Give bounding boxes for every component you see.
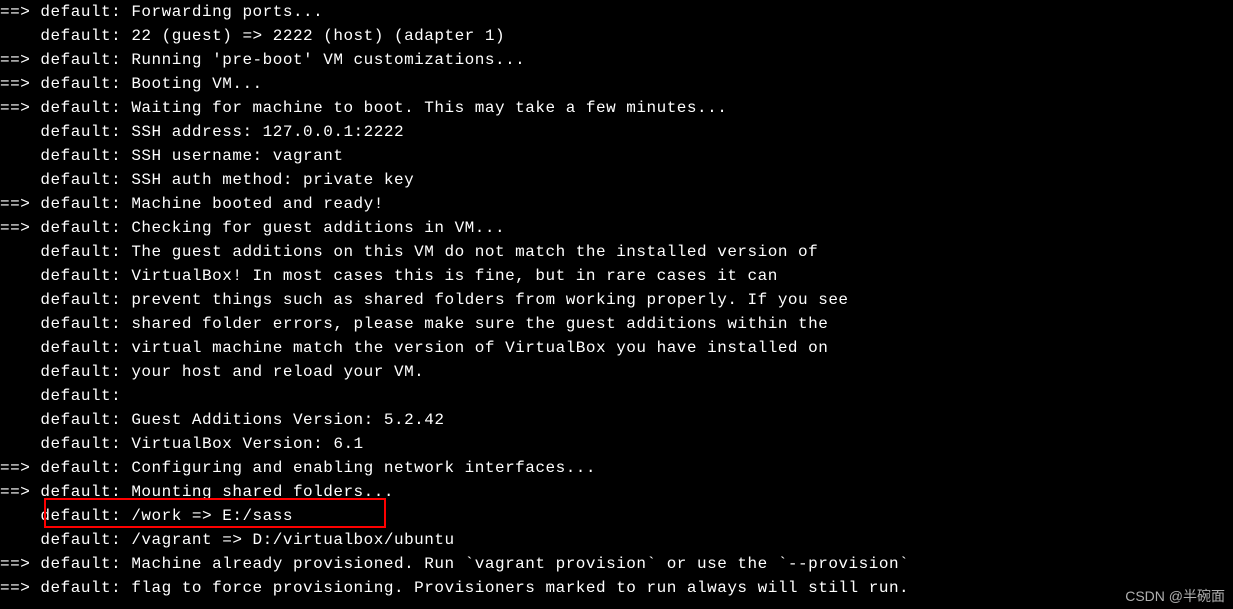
terminal-output: ==> default: Forwarding ports... default… <box>0 0 1233 600</box>
terminal-line: ==> default: Waiting for machine to boot… <box>0 96 1233 120</box>
terminal-line: default: SSH address: 127.0.0.1:2222 <box>0 120 1233 144</box>
terminal-line: default: 22 (guest) => 2222 (host) (adap… <box>0 24 1233 48</box>
terminal-line: default: virtual machine match the versi… <box>0 336 1233 360</box>
terminal-line: ==> default: Machine booted and ready! <box>0 192 1233 216</box>
terminal-line: default: VirtualBox Version: 6.1 <box>0 432 1233 456</box>
terminal-line: default: your host and reload your VM. <box>0 360 1233 384</box>
terminal-line: ==> default: flag to force provisioning.… <box>0 576 1233 600</box>
terminal-line: default: SSH username: vagrant <box>0 144 1233 168</box>
terminal-line: default: The guest additions on this VM … <box>0 240 1233 264</box>
terminal-line: default: prevent things such as shared f… <box>0 288 1233 312</box>
terminal-line: ==> default: Booting VM... <box>0 72 1233 96</box>
terminal-line: default: SSH auth method: private key <box>0 168 1233 192</box>
terminal-line: default: <box>0 384 1233 408</box>
terminal-line: ==> default: Configuring and enabling ne… <box>0 456 1233 480</box>
terminal-line: default: /vagrant => D:/virtualbox/ubunt… <box>0 528 1233 552</box>
terminal-line: default: Guest Additions Version: 5.2.42 <box>0 408 1233 432</box>
terminal-line: ==> default: Running 'pre-boot' VM custo… <box>0 48 1233 72</box>
terminal-line: ==> default: Checking for guest addition… <box>0 216 1233 240</box>
terminal-line: ==> default: Forwarding ports... <box>0 0 1233 24</box>
terminal-line: default: /work => E:/sass <box>0 504 1233 528</box>
terminal-line: default: shared folder errors, please ma… <box>0 312 1233 336</box>
terminal-line: ==> default: Machine already provisioned… <box>0 552 1233 576</box>
watermark-text: CSDN @半碗面 <box>1125 586 1225 607</box>
terminal-line: default: VirtualBox! In most cases this … <box>0 264 1233 288</box>
terminal-line: ==> default: Mounting shared folders... <box>0 480 1233 504</box>
